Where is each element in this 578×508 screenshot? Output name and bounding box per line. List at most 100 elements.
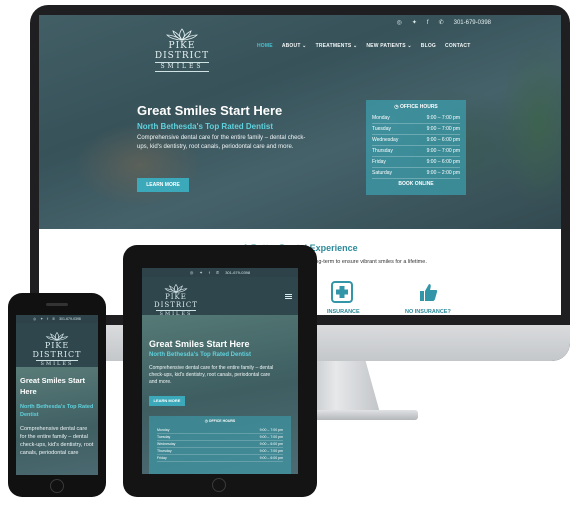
tablet-device: ◎ ✦ f ✆ 301-679-0398 PIKE DISTRICT SMILE… — [123, 245, 317, 497]
hero-title: Great Smiles Start Here — [137, 103, 283, 118]
hours-day: Friday — [372, 159, 386, 165]
site-logo[interactable]: PIKE DISTRICT SMILES — [141, 27, 223, 72]
hours-time: 9:00 – 6:00 pm — [426, 159, 460, 165]
nav-item-blog[interactable]: BLOG — [421, 43, 436, 49]
twitter-icon[interactable]: ✦ — [199, 270, 202, 275]
medical-kit-icon[interactable] — [331, 281, 353, 303]
hours-row: Friday 9:00 – 6:00 pm — [157, 455, 283, 462]
facebook-icon[interactable]: f — [427, 20, 429, 26]
hero-subtitle: North Bethesda's Top Rated Dentist — [137, 122, 273, 131]
hours-row: Tuesday 9:00 – 7:00 pm — [157, 434, 283, 441]
hours-day: Friday — [157, 456, 167, 460]
hours-time: 9:00 – 6:00 pm — [259, 442, 283, 446]
phone-device: ◎ ✦ f ✆ 301-679-0398 PIKE DISTRICT SMILE… — [8, 293, 106, 497]
nav-item-contact[interactable]: CONTACT — [445, 43, 470, 49]
phone-hero-title: Great Smiles Start Here — [20, 376, 86, 396]
logo-name: PIKE DISTRICT — [154, 41, 210, 61]
office-hours-title: ◷ OFFICE HOURS — [157, 419, 283, 423]
feature-insurance-label[interactable]: INSURANCE — [327, 309, 360, 315]
thumbs-up-glyph — [420, 284, 438, 301]
phone-hero-subtitle: North Bethesda's Top Rated Dentist — [20, 404, 94, 418]
section-text: long-term to ensure vibrant smiles for a… — [311, 259, 427, 265]
hours-time: 9:00 – 7:00 pm — [259, 428, 283, 432]
phone-social-bar: ◎ ✦ f ✆ 301-679-0398 — [16, 315, 98, 323]
instagram-icon[interactable]: ◎ — [33, 317, 36, 321]
hours-time: 9:00 – 7:00 pm — [426, 148, 460, 154]
hours-row: Thursday 9:00 – 7:00 pm — [372, 146, 460, 157]
hours-time: 9:00 – 7:00 pm — [259, 449, 283, 453]
phone-hero: Great Smiles Start Here North Bethesda's… — [16, 367, 98, 475]
tablet-home-button[interactable] — [212, 478, 226, 492]
hours-time: 9:00 – 6:00 pm — [426, 137, 460, 143]
tablet-learn-more-button[interactable]: LEARN MORE — [149, 396, 185, 406]
thumbs-up-icon[interactable] — [417, 281, 439, 303]
phone-icon: ✆ — [438, 20, 444, 26]
instagram-icon[interactable]: ◎ — [397, 19, 402, 26]
office-hours-panel: ◷ OFFICE HOURS Monday 9:00 – 7:00 pm Tues… — [366, 100, 466, 195]
facebook-icon[interactable]: f — [47, 317, 48, 321]
phone-icon: ✆ — [52, 317, 56, 321]
book-online-link[interactable]: BOOK ONLINE — [372, 181, 460, 187]
tablet-office-hours-panel: ◷ OFFICE HOURS Monday 9:00 – 7:00 pm Tues… — [149, 416, 291, 474]
hours-row: Saturday 9:00 – 2:00 pm — [372, 168, 460, 179]
hours-day: Thursday — [157, 449, 172, 453]
feature-no-insurance-label[interactable]: NO INSURANCE? — [405, 309, 451, 315]
social-bar: ◎ ✦ f ✆ 301-679-0398 — [397, 19, 491, 27]
phone-header: PIKE DISTRICT SMILES — [16, 323, 98, 368]
logo-subtitle: SMILES — [155, 62, 209, 72]
phone-site-logo[interactable]: PIKE DISTRICT SMILES — [22, 331, 92, 368]
lotus-logo-icon — [166, 28, 198, 41]
hours-row: Wednesday 9:00 – 6:00 pm — [157, 441, 283, 448]
hours-day: Saturday — [372, 170, 393, 176]
tablet-hero: Great Smiles Start Here North Bethesda's… — [142, 315, 298, 474]
hours-row: Tuesday 9:00 – 7:00 pm — [372, 124, 460, 135]
tablet-phone-number[interactable]: 301-679-0398 — [225, 270, 250, 275]
office-hours-title: ◷ OFFICE HOURS — [372, 104, 460, 110]
phone-home-button[interactable] — [50, 479, 64, 493]
hours-day: Monday — [157, 428, 170, 432]
nav-item-home[interactable]: HOME — [257, 43, 273, 49]
office-hours-label: OFFICE HOURS — [208, 419, 236, 423]
hours-day: Thursday — [372, 148, 393, 154]
hero-body: Comprehensive dental care for the entire… — [137, 135, 306, 150]
tablet-header: PIKE DISTRICT SMILES — [142, 277, 298, 318]
tablet-hero-subtitle: North Bethesda's Top Rated Dentist — [149, 352, 251, 358]
phone-number[interactable]: 301-679-0398 — [454, 20, 491, 26]
hours-row: Monday 9:00 – 7:00 pm — [372, 113, 460, 124]
twitter-icon[interactable]: ✦ — [412, 19, 417, 26]
learn-more-button[interactable]: LEARN MORE — [137, 178, 189, 192]
phone-icon: ✆ — [215, 270, 220, 275]
phone-speaker — [46, 303, 68, 306]
nav-item-about[interactable]: ABOUT ⌄ — [282, 43, 307, 49]
hamburger-menu-icon[interactable] — [285, 294, 292, 299]
twitter-icon[interactable]: ✦ — [40, 317, 43, 321]
tablet-hero-title: Great Smiles Start Here — [149, 339, 250, 349]
hours-day: Wednesday — [372, 137, 399, 143]
hours-row: Wednesday 9:00 – 6:00 pm — [372, 135, 460, 146]
hours-time: 9:00 – 2:00 pm — [426, 170, 460, 176]
logo-name: PIKE DISTRICT — [32, 341, 82, 359]
tablet-screen: ◎ ✦ f ✆ 301-679-0398 PIKE DISTRICT SMILE… — [142, 268, 298, 474]
nav-item-treatments[interactable]: TREATMENTS ⌄ — [316, 43, 358, 49]
main-navigation: HOME ABOUT ⌄ TREATMENTS ⌄ NEW PATIENTS ⌄… — [257, 43, 471, 49]
tablet-hero-body: Comprehensive dental care for the entire… — [149, 365, 274, 385]
phone-hero-body: Comprehensive dental care for the entire… — [20, 426, 94, 456]
facebook-icon[interactable]: f — [209, 270, 210, 275]
hours-day: Tuesday — [157, 435, 171, 439]
instagram-icon[interactable]: ◎ — [190, 270, 194, 275]
hours-row: Monday 9:00 – 7:00 pm — [157, 427, 283, 434]
device-mockup: ◎ ✦ f ✆ 301-679-0398 PIKE DISTRICT SMILE… — [0, 0, 578, 508]
tablet-site-logo[interactable]: PIKE DISTRICT SMILES — [146, 283, 206, 318]
hours-time: 9:00 – 7:00 pm — [259, 435, 283, 439]
hours-day: Tuesday — [372, 126, 391, 132]
nav-item-new-patients[interactable]: NEW PATIENTS ⌄ — [366, 43, 411, 49]
phone-screen: ◎ ✦ f ✆ 301-679-0398 PIKE DISTRICT SMILE… — [16, 315, 98, 475]
medical-cross-icon — [336, 286, 348, 298]
office-hours-label: OFFICE HOURS — [399, 104, 438, 110]
lotus-logo-icon — [45, 331, 69, 341]
hours-day: Wednesday — [157, 442, 176, 446]
phone-device-number[interactable]: 301-679-0398 — [59, 317, 81, 321]
hours-row: Friday 9:00 – 6:00 pm — [372, 157, 460, 168]
hours-time: 9:00 – 7:00 pm — [426, 115, 460, 121]
tablet-social-bar: ◎ ✦ f ✆ 301-679-0398 — [142, 268, 298, 277]
